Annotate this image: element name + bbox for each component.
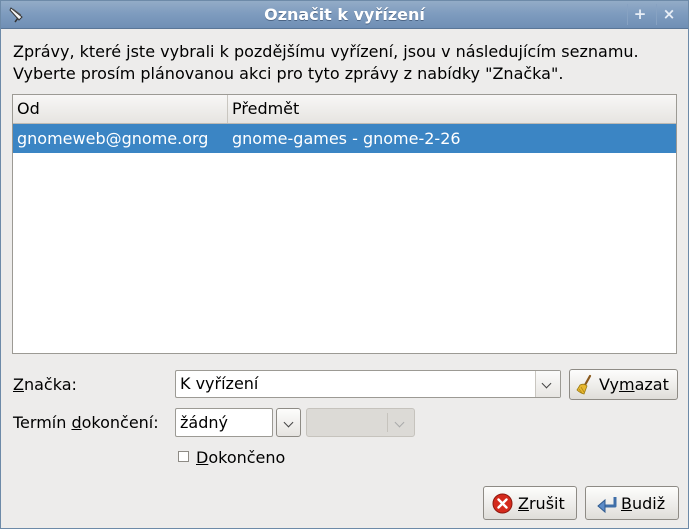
ok-label-rest: udiž (631, 494, 666, 513)
column-header-subject[interactable]: Předmět (228, 95, 676, 123)
cancel-button[interactable]: Zrušit (483, 486, 577, 520)
clear-label-post: azat (634, 375, 669, 394)
due-date-dropdown-button[interactable] (276, 408, 301, 437)
due-time-combo (306, 408, 415, 437)
intro-text: Zprávy, které jste vybrali k pozdějšímu … (13, 41, 683, 85)
flag-value[interactable]: K vyřízení (180, 374, 258, 393)
due-date-value[interactable]: žádný (180, 413, 228, 432)
flag-dropdown-button[interactable] (535, 371, 560, 397)
flag-dialog: Označit k vyřízení + × Zprávy, které jst… (0, 0, 689, 529)
table-row[interactable]: gnomeweb@gnome.org gnome-games - gnome-2… (13, 124, 676, 153)
flag-label-rest: načka: (23, 375, 77, 394)
chevron-down-icon (394, 417, 405, 428)
combo-divider (387, 413, 388, 432)
clear-button-label: Vymazat (599, 375, 669, 394)
enter-arrow-icon (597, 497, 617, 514)
flag-label: Značka: (13, 375, 77, 394)
completed-checkbox[interactable] (178, 451, 189, 462)
completed-label-rest: okončeno (208, 448, 286, 467)
row-from-cell: gnomeweb@gnome.org (17, 129, 209, 148)
due-label: Termín dokončení: (13, 413, 159, 432)
clear-label-pre: Vy (599, 375, 619, 394)
cancel-label-rest: rušit (528, 494, 565, 513)
intro-line-1: Zprávy, které jste vybrali k pozdějšímu … (13, 42, 639, 61)
clear-label-mnemonic: m (618, 375, 635, 394)
clear-button[interactable]: Vymazat (569, 369, 678, 400)
due-label-pre: Termín (13, 413, 72, 432)
broom-icon (576, 374, 592, 395)
completed-label[interactable]: Dokončeno (196, 448, 285, 467)
completed-label-mnemonic: D (196, 448, 209, 467)
cancel-label-mnemonic: Z (518, 494, 529, 513)
due-label-mnemonic: d (71, 413, 82, 432)
cancel-button-label: Zrušit (518, 494, 565, 513)
intro-line-2: Vyberte prosím plánovanou akci pro tyto … (13, 64, 564, 83)
flag-combo[interactable]: K vyřízení (175, 370, 561, 398)
ok-button-label: Budiž (621, 494, 665, 513)
chevron-down-icon (283, 417, 294, 428)
flag-label-mnemonic: Z (13, 375, 24, 394)
chevron-down-icon (541, 378, 552, 389)
due-date-entry[interactable]: žádný (175, 408, 273, 437)
row-subject-cell: gnome-games - gnome-2-26 (232, 129, 461, 148)
ok-label-mnemonic: B (621, 494, 632, 513)
window-title: Označit k vyřízení (264, 5, 425, 24)
due-label-post: okončení: (81, 413, 159, 432)
close-icon[interactable]: × (656, 4, 681, 25)
message-list[interactable]: Od Předmět gnomeweb@gnome.org gnome-game… (12, 94, 677, 354)
title-bar[interactable]: Označit k vyřízení + × (1, 1, 688, 29)
column-header-from[interactable]: Od (13, 95, 228, 123)
list-header: Od Předmět (13, 95, 676, 124)
maximize-icon[interactable]: + (627, 4, 652, 25)
cancel-icon (492, 493, 513, 514)
ok-button[interactable]: Budiž (585, 486, 679, 520)
